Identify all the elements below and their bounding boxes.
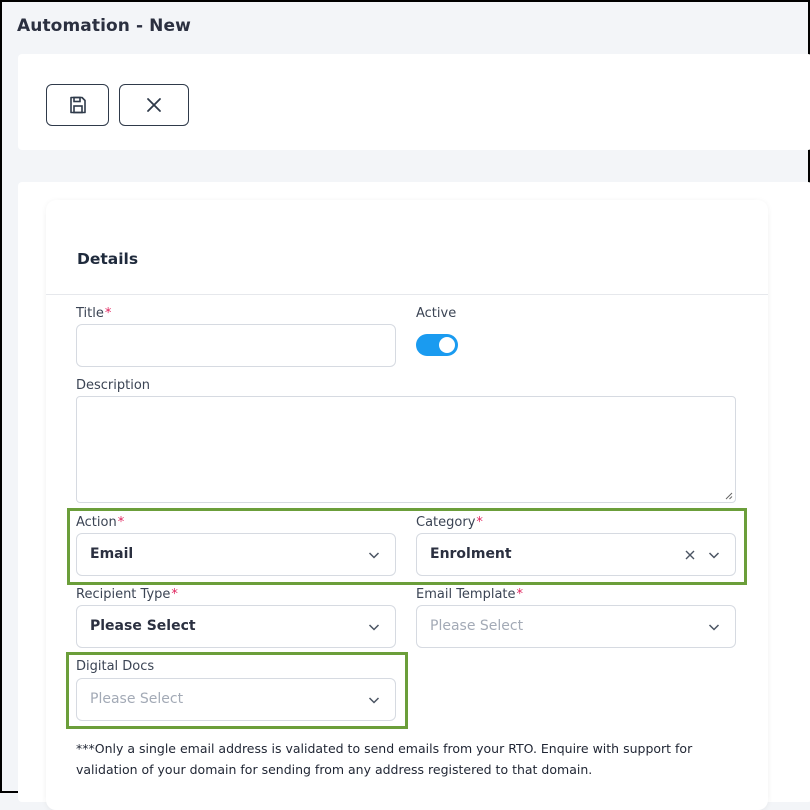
close-icon — [147, 98, 161, 112]
category-label: Category* — [416, 515, 483, 530]
save-icon — [69, 96, 86, 114]
email-validation-note: ***Only a single email address is valida… — [76, 741, 693, 777]
active-toggle[interactable] — [416, 334, 458, 356]
close-button[interactable] — [119, 84, 189, 126]
category-value: Enrolment — [430, 546, 512, 562]
active-label: Active — [416, 306, 457, 321]
toggle-knob — [439, 337, 455, 353]
email-template-label: Email Template* — [416, 587, 524, 602]
details-title: Details — [77, 250, 139, 268]
digital-docs-placeholder: Please Select — [90, 691, 184, 707]
resize-handle-icon[interactable] — [725, 492, 733, 500]
chevron-down-icon — [368, 552, 380, 559]
recipient-type-value: Please Select — [90, 618, 196, 634]
save-button[interactable] — [46, 84, 109, 126]
email-template-select[interactable]: Please Select — [416, 605, 736, 648]
clear-icon[interactable] — [683, 548, 697, 562]
chevron-down-icon — [368, 697, 380, 704]
chevron-down-icon — [368, 624, 380, 631]
description-label: Description — [76, 378, 151, 393]
divider — [46, 294, 768, 295]
action-value: Email — [90, 546, 134, 562]
toolbar — [18, 54, 810, 150]
email-template-placeholder: Please Select — [430, 618, 524, 634]
title-label: Title* — [76, 306, 112, 321]
category-select[interactable]: Enrolment — [416, 533, 736, 576]
chevron-down-icon — [708, 624, 720, 631]
recipient-type-select[interactable]: Please Select — [76, 605, 396, 648]
title-input[interactable] — [76, 324, 396, 367]
description-textarea[interactable] — [76, 396, 736, 503]
page-title: Automation - New — [17, 16, 191, 36]
digital-docs-select[interactable]: Please Select — [76, 678, 396, 721]
digital-docs-label: Digital Docs — [76, 659, 155, 674]
action-label: Action* — [76, 515, 125, 530]
action-select[interactable]: Email — [76, 533, 396, 576]
chevron-down-icon — [708, 552, 720, 559]
recipient-type-label: Recipient Type* — [76, 587, 178, 602]
